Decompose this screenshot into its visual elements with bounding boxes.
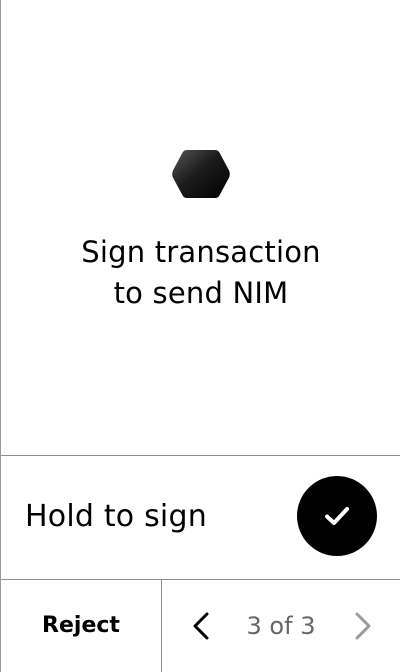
title-line-1: Sign transaction (81, 235, 321, 269)
hold-to-sign-button[interactable] (297, 476, 377, 556)
checkmark-icon (325, 507, 349, 525)
hexagon-logo-icon (172, 150, 230, 198)
chevron-right-icon (355, 612, 371, 640)
reject-button[interactable]: Reject (1, 580, 161, 672)
previous-page-button[interactable] (185, 606, 219, 646)
footer-divider (161, 580, 162, 672)
page-title: Sign transaction to send NIM (1, 232, 400, 314)
page-indicator: 3 of 3 (246, 612, 316, 640)
next-page-button[interactable] (345, 606, 379, 646)
sign-screen: Sign transaction to send NIM Hold to sig… (0, 0, 400, 672)
hold-to-sign-label: Hold to sign (25, 499, 207, 534)
chevron-left-icon (193, 612, 209, 640)
transaction-prompt: Sign transaction to send NIM (1, 0, 400, 456)
title-line-2: to send NIM (113, 276, 289, 310)
